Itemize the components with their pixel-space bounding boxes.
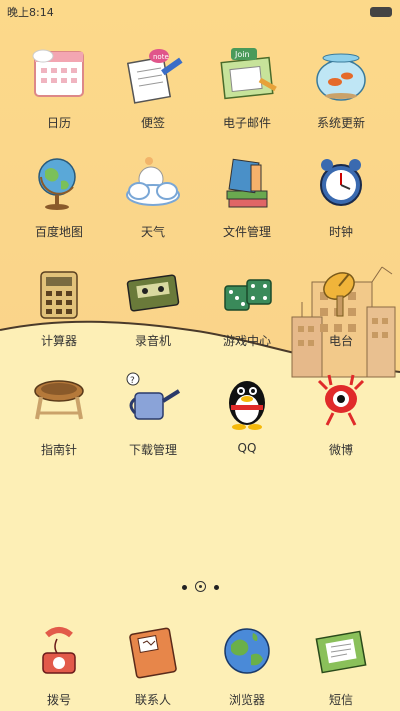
- calculator-icon: [27, 260, 91, 324]
- phone-icon: [27, 619, 91, 683]
- app-label: 录音机: [134, 334, 171, 348]
- app-radio[interactable]: 电台: [296, 260, 386, 349]
- page-indicator: [0, 581, 400, 595]
- satellite-dish-icon: [309, 260, 373, 324]
- app-label: 下载管理: [128, 443, 177, 457]
- app-label: 百度地图: [34, 225, 83, 239]
- app-label: 指南针: [40, 443, 77, 457]
- app-label: 天气: [140, 225, 165, 239]
- address-book-icon: [121, 619, 185, 683]
- app-label: 便签: [140, 116, 165, 130]
- app-email[interactable]: Join 电子邮件: [202, 42, 292, 131]
- app-label: 时钟: [328, 225, 353, 239]
- globe-icon: [27, 151, 91, 215]
- app-recorder[interactable]: 录音机: [108, 260, 198, 349]
- cassette-icon: [121, 260, 185, 324]
- email-badge-text: Join: [234, 50, 250, 59]
- weibo-icon: [309, 369, 373, 433]
- email-icon: Join: [215, 42, 279, 106]
- status-time: 晚上8:14: [7, 6, 54, 19]
- watering-can-icon: ?: [121, 369, 185, 433]
- envelope-icon: [309, 619, 373, 683]
- app-label: 短信: [328, 693, 353, 707]
- app-label: 微博: [328, 443, 353, 457]
- app-weibo[interactable]: 微博: [296, 369, 386, 458]
- app-games[interactable]: 游戏中心: [202, 260, 292, 349]
- app-label: 电台: [328, 334, 353, 348]
- app-qq[interactable]: QQ: [202, 369, 292, 455]
- app-label: 游戏中心: [222, 334, 271, 348]
- penguin-icon: [215, 369, 279, 433]
- app-label: 浏览器: [228, 693, 265, 707]
- app-calendar[interactable]: 日历: [14, 42, 104, 131]
- compass-icon: [27, 369, 91, 433]
- fishbowl-icon: [309, 42, 373, 106]
- app-notes[interactable]: note 便签: [108, 42, 198, 131]
- earth-icon: [215, 619, 279, 683]
- app-weather[interactable]: 天气: [108, 151, 198, 240]
- app-label: 系统更新: [316, 116, 365, 130]
- page-dot[interactable]: [182, 585, 187, 590]
- dock-browser[interactable]: 浏览器: [202, 619, 292, 708]
- books-icon: [215, 151, 279, 215]
- app-label: 文件管理: [222, 225, 271, 239]
- app-calculator[interactable]: 计算器: [14, 260, 104, 349]
- app-label: 拨号: [46, 693, 71, 707]
- app-label: 电子邮件: [222, 116, 271, 130]
- notes-badge-text: note: [153, 53, 169, 61]
- dock-contacts[interactable]: 联系人: [108, 619, 198, 708]
- app-compass[interactable]: 指南针: [14, 369, 104, 458]
- app-label: 联系人: [134, 693, 171, 707]
- page-dot-active[interactable]: [195, 581, 206, 592]
- alarm-clock-icon: [309, 151, 373, 215]
- weather-cloud-icon: [121, 151, 185, 215]
- dock-sms[interactable]: 短信: [296, 619, 386, 708]
- battery-icon: [370, 7, 392, 17]
- calendar-icon: [27, 42, 91, 106]
- app-files[interactable]: 文件管理: [202, 151, 292, 240]
- status-bar: 晚上8:14: [0, 0, 400, 22]
- notes-icon: note: [121, 42, 185, 106]
- dock-dialer[interactable]: 拨号: [14, 619, 104, 708]
- app-label: 日历: [46, 116, 71, 130]
- dice-icon: [215, 260, 279, 324]
- app-label: 计算器: [40, 334, 77, 348]
- app-update[interactable]: 系统更新: [296, 42, 386, 131]
- svg-text:?: ?: [130, 376, 135, 386]
- page-dot[interactable]: [214, 585, 219, 590]
- app-maps[interactable]: 百度地图: [14, 151, 104, 240]
- app-downloads[interactable]: ? 下载管理: [108, 369, 198, 458]
- app-label: QQ: [237, 441, 257, 455]
- app-clock[interactable]: 时钟: [296, 151, 386, 240]
